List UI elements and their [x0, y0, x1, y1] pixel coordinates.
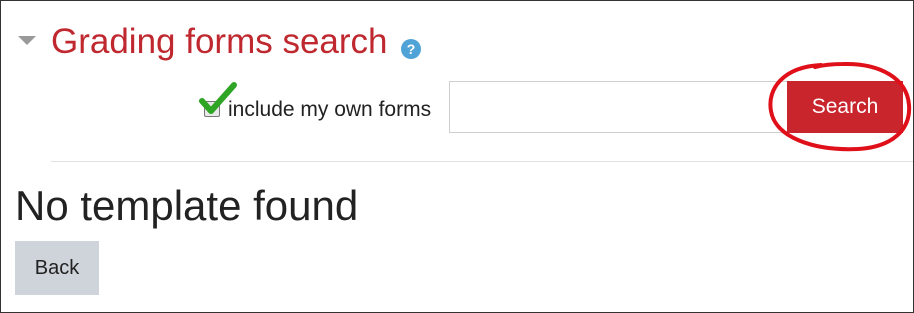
back-button[interactable]: Back — [15, 241, 99, 295]
search-input[interactable] — [449, 81, 787, 133]
no-results-message: No template found — [15, 182, 359, 229]
include-own-forms-label[interactable]: include my own forms — [228, 97, 431, 123]
search-button[interactable]: Search — [787, 81, 903, 133]
section-title: Grading forms search — [51, 22, 388, 61]
help-icon[interactable]: ? — [401, 39, 421, 59]
grading-forms-search-panel: Grading forms search ? include my own fo… — [0, 0, 914, 313]
collapse-triangle-icon[interactable] — [18, 36, 36, 45]
section-divider — [51, 161, 913, 162]
